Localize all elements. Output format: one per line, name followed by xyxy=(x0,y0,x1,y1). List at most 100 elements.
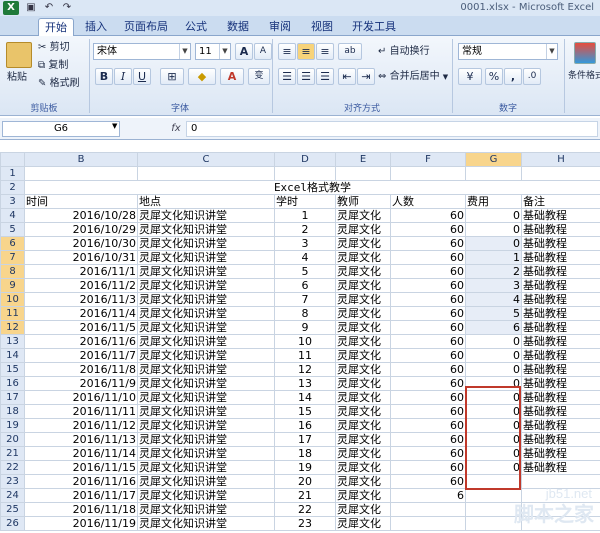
cell-f[interactable]: 60 xyxy=(390,404,466,419)
copy-button[interactable]: ⧉ 复制 xyxy=(38,58,68,74)
cell-h[interactable]: 基础教程 xyxy=(521,292,600,307)
align-top-icon[interactable]: ≡ xyxy=(278,43,296,60)
row-header[interactable]: 7 xyxy=(0,250,25,265)
cell-d[interactable]: 1 xyxy=(274,208,336,223)
row-header[interactable]: 25 xyxy=(0,502,25,517)
cell-e[interactable] xyxy=(335,166,391,181)
cell-f[interactable] xyxy=(390,502,466,517)
undo-icon[interactable]: ↶ xyxy=(42,1,56,14)
cell-g[interactable]: 0 xyxy=(465,404,522,419)
border-icon[interactable]: ⊞ xyxy=(160,68,184,85)
cell-b[interactable]: 2016/11/15 xyxy=(24,460,138,475)
cell-f[interactable]: 60 xyxy=(390,362,466,377)
cell-e[interactable]: 灵犀文化 xyxy=(335,376,391,391)
phonetic-button[interactable]: 变 xyxy=(248,68,270,85)
cell-b[interactable]: 2016/11/3 xyxy=(24,292,138,307)
cell-h[interactable]: 基础教程 xyxy=(521,208,600,223)
row-header[interactable]: 14 xyxy=(0,348,25,363)
cell-b[interactable]: 2016/11/9 xyxy=(24,376,138,391)
cell-e[interactable]: 灵犀文化 xyxy=(335,446,391,461)
worksheet-grid[interactable]: B C D E F G H 1 2 Excel格式教学 3 时间 地点 学时 教师 人数 费用 备注… xyxy=(0,152,600,533)
cell-c[interactable]: 灵犀文化知识讲堂 xyxy=(137,460,275,475)
cell-f[interactable]: 60 xyxy=(390,250,466,265)
row-header[interactable]: 3 xyxy=(0,194,25,209)
cell-b[interactable]: 2016/11/13 xyxy=(24,432,138,447)
cell-c[interactable]: 灵犀文化知识讲堂 xyxy=(137,320,275,335)
cell-c[interactable]: 灵犀文化知识讲堂 xyxy=(137,404,275,419)
shrink-font-button[interactable]: A xyxy=(254,43,272,60)
cell-b[interactable]: 2016/11/4 xyxy=(24,306,138,321)
cell-e[interactable]: 灵犀文化 xyxy=(335,292,391,307)
cell-e[interactable]: 灵犀文化 xyxy=(335,362,391,377)
cell-d[interactable]: 22 xyxy=(274,502,336,517)
cell-b[interactable]: 2016/11/1 xyxy=(24,264,138,279)
cell-f[interactable]: 60 xyxy=(390,460,466,475)
cell-d[interactable]: 11 xyxy=(274,348,336,363)
cell-g[interactable]: 2 xyxy=(465,264,522,279)
row-header[interactable]: 1 xyxy=(0,166,25,181)
cell-h[interactable]: 基础教程 xyxy=(521,236,600,251)
save-icon[interactable]: ▣ xyxy=(24,1,38,14)
tab-data[interactable]: 数据 xyxy=(220,18,256,36)
cell-g[interactable]: 0 xyxy=(465,362,522,377)
row-header[interactable]: 23 xyxy=(0,474,25,489)
cell-g[interactable]: 费用 xyxy=(465,194,522,209)
italic-button[interactable]: I xyxy=(114,68,132,85)
cell-h[interactable]: 基础教程 xyxy=(521,334,600,349)
cell-h[interactable]: 基础教程 xyxy=(521,250,600,265)
row-header[interactable]: 26 xyxy=(0,516,25,531)
cell-d[interactable]: 16 xyxy=(274,418,336,433)
cell-e[interactable]: 灵犀文化 xyxy=(335,418,391,433)
cell-c[interactable]: 灵犀文化知识讲堂 xyxy=(137,488,275,503)
cell-e[interactable]: 灵犀文化 xyxy=(335,432,391,447)
cell-b[interactable]: 2016/10/29 xyxy=(24,222,138,237)
cell-f[interactable]: 60 xyxy=(390,376,466,391)
tab-developer[interactable]: 开发工具 xyxy=(346,18,402,36)
cell-d[interactable]: 17 xyxy=(274,432,336,447)
cell-d[interactable]: 15 xyxy=(274,404,336,419)
cell-h[interactable]: 基础教程 xyxy=(521,362,600,377)
align-right-icon[interactable]: ☰ xyxy=(316,68,334,85)
percent-button[interactable]: % xyxy=(485,68,503,85)
cell-g[interactable]: 0 xyxy=(465,376,522,391)
row-header[interactable]: 24 xyxy=(0,488,25,503)
cell-d[interactable] xyxy=(274,166,336,181)
cell-b[interactable]: 2016/11/10 xyxy=(24,390,138,405)
cell-c[interactable]: 灵犀文化知识讲堂 xyxy=(137,348,275,363)
cell-f[interactable]: 60 xyxy=(390,236,466,251)
chevron-down-icon[interactable]: ▼ xyxy=(112,122,117,130)
cell-d[interactable]: 4 xyxy=(274,250,336,265)
cell-b[interactable]: 2016/11/16 xyxy=(24,474,138,489)
cell-f[interactable]: 人数 xyxy=(390,194,466,209)
cell-h[interactable]: 基础教程 xyxy=(521,418,600,433)
cell-g[interactable]: 4 xyxy=(465,292,522,307)
align-bottom-icon[interactable]: ≡ xyxy=(316,43,334,60)
sheet-title-cell[interactable]: Excel格式教学 xyxy=(24,180,600,195)
fill-color-icon[interactable]: ◆ xyxy=(188,68,216,85)
conditional-format-icon[interactable] xyxy=(574,42,596,64)
row-header[interactable]: 13 xyxy=(0,334,25,349)
cell-g[interactable] xyxy=(465,166,522,181)
cell-d[interactable]: 20 xyxy=(274,474,336,489)
row-header[interactable]: 18 xyxy=(0,404,25,419)
column-header-h[interactable]: H xyxy=(521,152,600,167)
cell-h[interactable] xyxy=(521,166,600,181)
cell-e[interactable]: 灵犀文化 xyxy=(335,306,391,321)
format-painter-button[interactable]: ✎ 格式刷 xyxy=(38,76,80,92)
decrease-indent-icon[interactable]: ⇤ xyxy=(338,68,356,85)
cell-f[interactable]: 60 xyxy=(390,264,466,279)
cell-f[interactable]: 60 xyxy=(390,334,466,349)
cell-g[interactable]: 0 xyxy=(465,236,522,251)
cell-e[interactable]: 灵犀文化 xyxy=(335,320,391,335)
cell-b[interactable] xyxy=(24,166,138,181)
cell-g[interactable]: 3 xyxy=(465,278,522,293)
align-center-icon[interactable]: ☰ xyxy=(297,68,315,85)
cell-b[interactable]: 2016/11/5 xyxy=(24,320,138,335)
row-header[interactable]: 16 xyxy=(0,376,25,391)
cell-c[interactable]: 灵犀文化知识讲堂 xyxy=(137,446,275,461)
cell-d[interactable]: 6 xyxy=(274,278,336,293)
row-header[interactable]: 12 xyxy=(0,320,25,335)
cell-h[interactable]: 基础教程 xyxy=(521,320,600,335)
cell-h[interactable]: 基础教程 xyxy=(521,222,600,237)
row-header[interactable]: 19 xyxy=(0,418,25,433)
